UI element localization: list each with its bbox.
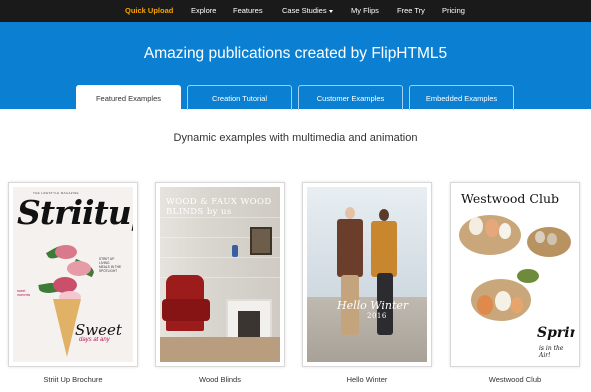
nav-pricing[interactable]: Pricing	[442, 0, 465, 22]
nav-free-try[interactable]: Free Try	[397, 0, 425, 22]
model-head-shape	[345, 207, 355, 219]
macaron-shape	[67, 261, 91, 276]
nav-my-flips[interactable]: My Flips	[351, 0, 379, 22]
caption-hello-winter[interactable]: Hello Winter	[302, 375, 432, 384]
wall-stripe	[160, 257, 280, 258]
cover-title: Striitup	[17, 193, 133, 232]
cover-image-striit-up: THE LIFESTYLE MAGAZINE Striitup STRIIT U…	[13, 187, 133, 362]
model-head-shape	[379, 209, 389, 221]
nav-explore[interactable]: Explore	[191, 0, 216, 22]
egg-shape	[495, 291, 511, 311]
example-card-westwood-club[interactable]: Westwood Club Spring is in the Air!	[450, 182, 580, 367]
egg-shape	[547, 233, 557, 245]
wall-stripe	[160, 217, 280, 218]
model-coat-shape	[337, 219, 363, 277]
cover-sky	[307, 187, 427, 297]
egg-shape	[535, 231, 545, 243]
caption-westwood-club[interactable]: Westwood Club	[450, 375, 580, 384]
cover-image-westwood-club: Westwood Club Spring is in the Air!	[455, 187, 575, 362]
picture-frame-shape	[250, 227, 272, 255]
caption-striit-up[interactable]: Striit Up Brochure	[8, 375, 138, 384]
cover-year: 2016	[367, 312, 387, 320]
tab-embedded-examples[interactable]: Embedded Examples	[409, 85, 514, 110]
nav-case-studies[interactable]: Case Studies	[282, 0, 333, 22]
model-coat-shape	[371, 221, 397, 277]
caret-down-icon	[328, 9, 333, 13]
tab-creation-tutorial[interactable]: Creation Tutorial	[187, 85, 292, 110]
cover-small-text: is in the Air!	[539, 345, 564, 359]
example-card-hello-winter[interactable]: Hello Winter 2016	[302, 182, 432, 367]
cover-title: Westwood Club	[461, 191, 560, 206]
floor-shape	[160, 337, 280, 362]
section-subtitle: Dynamic examples with multimedia and ani…	[173, 132, 418, 144]
nav-case-studies-label: Case Studies	[282, 6, 327, 15]
example-card-striit-up[interactable]: THE LIFESTYLE MAGAZINE Striitup STRIIT U…	[8, 182, 138, 367]
cover-image-wood-blinds: WOOD & FAUX WOOD BLINDS by us	[160, 187, 280, 362]
egg-shape	[469, 217, 483, 235]
caption-wood-blinds[interactable]: Wood Blinds	[155, 375, 285, 384]
egg-shape	[499, 223, 511, 239]
nav-features[interactable]: Features	[233, 0, 263, 22]
nav-quick-upload[interactable]: Quick Upload	[125, 0, 173, 22]
cover-title: Hello Winter	[337, 299, 409, 312]
firebox-shape	[238, 311, 260, 337]
armchair-seat-shape	[162, 299, 210, 321]
egg-shape	[511, 297, 523, 313]
vase-shape	[232, 245, 238, 257]
tab-customer-examples[interactable]: Customer Examples	[298, 85, 403, 110]
hero-title: Amazing publications created by FlipHTML…	[143, 45, 448, 62]
cover-title-line2: BLINDS by us	[166, 207, 232, 217]
egg-shape	[485, 219, 499, 237]
cover-side-text: sweet moments	[17, 289, 31, 297]
top-nav: Quick Upload Explore Features Case Studi…	[0, 0, 591, 22]
egg-shape	[477, 295, 493, 315]
cover-image-hello-winter: Hello Winter 2016	[307, 187, 427, 362]
cover-side-text: STRIIT UP LIVING MEALS IN THE SPOTLIGHT	[99, 257, 122, 273]
cover-small-text: days at any	[79, 337, 110, 343]
cover-title-line1: WOOD & FAUX WOOD	[166, 197, 272, 207]
cover-big-text: Spring	[537, 325, 575, 341]
macaron-shape	[55, 245, 77, 259]
leaf-shape	[517, 269, 539, 283]
example-card-wood-blinds[interactable]: WOOD & FAUX WOOD BLINDS by us	[155, 182, 285, 367]
tab-featured-examples[interactable]: Featured Examples	[76, 85, 181, 110]
cover-title: WOOD & FAUX WOOD BLINDS by us	[166, 197, 272, 217]
